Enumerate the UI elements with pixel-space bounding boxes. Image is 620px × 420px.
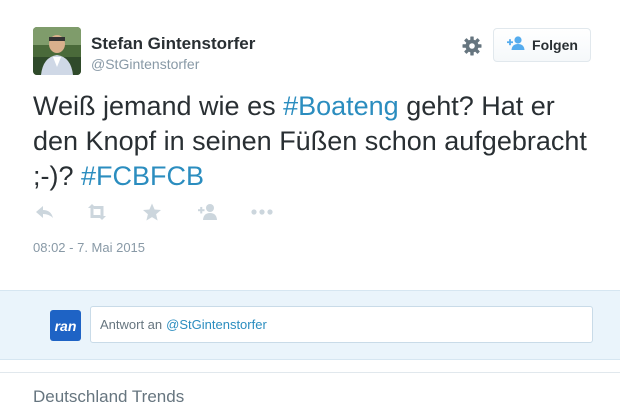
tweet-card: Stefan Gintenstorfer @StGintenstorfer Fo… — [0, 0, 620, 290]
user-fullname[interactable]: Stefan Gintenstorfer — [91, 34, 255, 54]
ran-logo: ran — [50, 310, 81, 341]
trends-title: Deutschland Trends — [33, 387, 185, 406]
reply-placeholder-mention: @StGintenstorfer — [166, 317, 267, 332]
star-icon[interactable] — [140, 201, 164, 223]
retweet-icon[interactable] — [84, 201, 108, 223]
avatar[interactable] — [33, 27, 81, 75]
reply-input[interactable]: Antwort an @StGintenstorfer — [90, 306, 593, 343]
tweet-text-part: Weiß jemand wie es — [33, 91, 284, 121]
divider — [0, 372, 620, 373]
add-user-icon — [506, 35, 526, 56]
reply-placeholder-prefix: Antwort an — [100, 317, 163, 332]
add-user-icon[interactable] — [196, 201, 220, 223]
hashtag-link[interactable]: #FCBFCB — [81, 161, 204, 191]
reply-icon[interactable] — [33, 201, 57, 223]
follow-button[interactable]: Folgen — [493, 28, 591, 62]
gear-icon[interactable] — [460, 34, 484, 58]
user-handle[interactable]: @StGintenstorfer — [91, 56, 199, 72]
hashtag-link[interactable]: #Boateng — [283, 91, 399, 121]
more-dots-icon[interactable] — [249, 201, 273, 223]
tweet-timestamp[interactable]: 08:02 - 7. Mai 2015 — [33, 240, 145, 255]
tweet-text: Weiß jemand wie es #Boateng geht? Hat er… — [33, 89, 603, 194]
follow-button-label: Folgen — [532, 37, 578, 53]
